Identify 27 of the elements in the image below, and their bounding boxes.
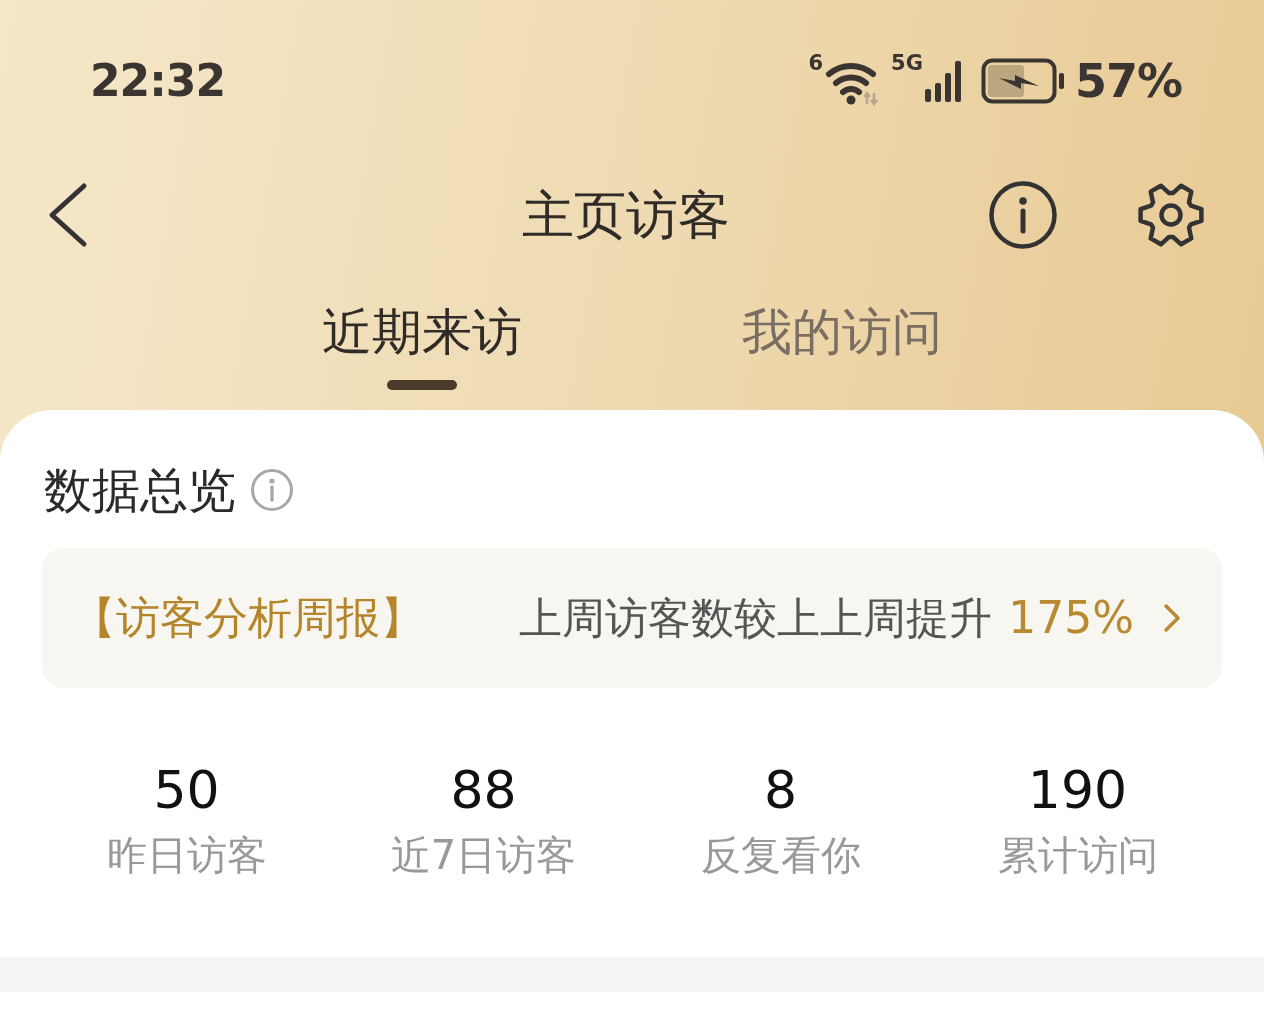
status-time: 22:32 xyxy=(90,54,226,108)
info-button[interactable] xyxy=(988,180,1058,250)
settings-icon xyxy=(1136,180,1206,250)
report-title: 【访客分析周报】 xyxy=(72,591,424,645)
tab[interactable]: 近期来访 xyxy=(322,280,522,410)
stat-value: 50 xyxy=(153,760,220,820)
info-icon xyxy=(988,180,1058,250)
wifi-generation-label: 6 xyxy=(808,53,824,74)
stat-value: 88 xyxy=(450,760,517,820)
section-title: 数据总览 xyxy=(44,461,236,520)
stat-label: 反复看你 xyxy=(700,831,861,880)
page-title: 主页访客 xyxy=(522,183,730,247)
info-icon xyxy=(250,468,294,512)
stat-label: 昨日访客 xyxy=(106,831,267,880)
stat-value: 190 xyxy=(1027,760,1128,820)
settings-button[interactable] xyxy=(1136,180,1206,250)
network-type-label: 5G xyxy=(891,53,923,74)
stat-label: 累计访问 xyxy=(997,831,1158,880)
battery-percent: 57% xyxy=(1074,52,1182,110)
report-percent: 175% xyxy=(1008,591,1134,645)
stat-value: 8 xyxy=(763,760,798,820)
battery-icon xyxy=(980,58,1065,104)
stat-label: 近7日访客 xyxy=(390,831,577,880)
report-banner[interactable]: 【访客分析周报】 上周访客数较上上周提升 175% xyxy=(42,548,1222,688)
report-message: 上周访客数较上上周提升 xyxy=(519,591,993,645)
chevron-right-icon xyxy=(1162,602,1182,634)
tab[interactable]: 我的访问 xyxy=(742,280,942,410)
